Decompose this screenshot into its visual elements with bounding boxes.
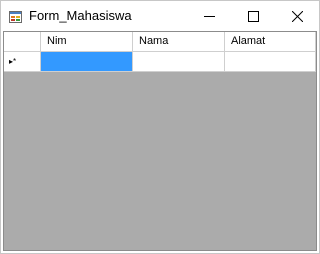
cell-nama[interactable] <box>133 52 225 72</box>
column-header-nama[interactable]: Nama <box>133 32 225 52</box>
app-form-icon <box>9 10 22 23</box>
close-button[interactable] <box>275 1 319 31</box>
column-header-nim[interactable]: Nim <box>41 32 133 52</box>
table-row: ▸* <box>4 52 316 72</box>
row-header[interactable]: ▸* <box>4 52 41 72</box>
data-grid[interactable]: Nim Nama Alamat ▸* <box>3 31 317 251</box>
form-window: Form_Mahasiswa Nim Nama Alamat ▸* <box>0 0 320 254</box>
title-bar[interactable]: Form_Mahasiswa <box>1 1 319 31</box>
maximize-button[interactable] <box>231 1 275 31</box>
window-title: Form_Mahasiswa <box>29 8 132 23</box>
minimize-button[interactable] <box>187 1 231 31</box>
new-row-icon: ▸* <box>9 57 17 66</box>
minimize-icon <box>203 15 215 17</box>
close-icon <box>291 10 303 22</box>
column-header-alamat[interactable]: Alamat <box>225 32 316 52</box>
grid-corner-header[interactable] <box>4 32 41 52</box>
maximize-icon <box>247 10 259 22</box>
cell-alamat[interactable] <box>225 52 316 72</box>
cell-nim[interactable] <box>41 52 133 72</box>
grid-header-row: Nim Nama Alamat <box>4 32 316 52</box>
